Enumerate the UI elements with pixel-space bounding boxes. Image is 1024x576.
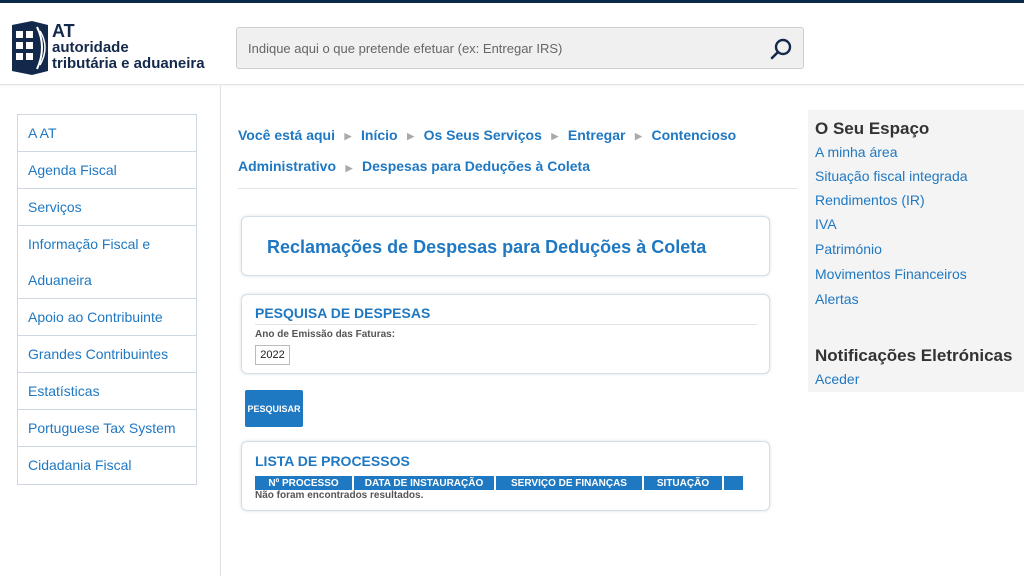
sidebar-item-label-line-2: Aduaneira xyxy=(28,272,92,288)
breadcrumb-divider xyxy=(238,188,798,189)
search-expenses-panel: PESQUISA DE DESPESAS Ano de Emissão das … xyxy=(241,294,770,374)
logo-text: AT autoridade tributária e aduaneira xyxy=(52,21,205,72)
right-sidebar: O Seu Espaço A minha área Situação fisca… xyxy=(808,110,1024,392)
link-situacao-fiscal[interactable]: Situação fiscal integrada xyxy=(815,168,968,184)
chevron-right-icon: ▶ xyxy=(345,162,353,173)
process-table: Nº PROCESSO DATA DE INSTAURAÇÃO SERVIÇO … xyxy=(255,476,743,490)
table-header-row: Nº PROCESSO DATA DE INSTAURAÇÃO SERVIÇO … xyxy=(255,476,743,490)
link-rendimentos[interactable]: Rendimentos (IR) xyxy=(815,192,925,208)
sidebar-item-label: Portuguese Tax System xyxy=(28,420,176,436)
seu-espaco-title: O Seu Espaço xyxy=(815,119,930,138)
sidebar-item-servicos[interactable]: Serviços xyxy=(18,189,196,226)
chevron-right-icon: ▶ xyxy=(634,131,642,142)
site-header: AT autoridade tributária e aduaneira xyxy=(0,3,1024,85)
sidebar-item-label-line-1: Informação Fiscal e xyxy=(28,236,151,252)
breadcrumb-intro: Você está aqui xyxy=(238,127,336,143)
sidebar-item-grandes-contribuintes[interactable]: Grandes Contribuintes xyxy=(18,336,196,373)
link-alertas[interactable]: Alertas xyxy=(815,291,859,307)
sidebar-item-label: Grandes Contribuintes xyxy=(28,346,169,362)
sidebar-item-label: Serviços xyxy=(28,199,82,215)
sidebar-item-a-at[interactable]: A AT xyxy=(18,115,196,152)
breadcrumb-entregar[interactable]: Entregar xyxy=(568,127,626,143)
link-minha-area[interactable]: A minha área xyxy=(815,144,898,160)
empty-results-message: Não foram encontrados resultados. xyxy=(255,490,424,501)
sidebar-item-estatisticas[interactable]: Estatísticas xyxy=(18,373,196,410)
chevron-right-icon: ▶ xyxy=(551,131,559,142)
page-title-panel: Reclamações de Despesas para Deduções à … xyxy=(241,216,770,276)
logo-line-2: autoridade xyxy=(52,39,129,56)
search-bar xyxy=(236,27,804,69)
breadcrumb-os-seus-servicos[interactable]: Os Seus Serviços xyxy=(424,127,542,143)
sidebar-nav: A AT Agenda Fiscal Serviços Informação F… xyxy=(17,114,197,485)
search-button[interactable]: PESQUISAR xyxy=(245,390,303,427)
column-header-data-instauracao[interactable]: DATA DE INSTAURAÇÃO xyxy=(353,476,496,490)
notificacoes-title: Notificações Eletrónicas xyxy=(815,346,1013,365)
section-divider xyxy=(255,324,757,325)
process-list-panel: LISTA DE PROCESSOS Nº PROCESSO DATA DE I… xyxy=(241,441,770,511)
at-logo[interactable]: AT autoridade tributária e aduaneira xyxy=(10,17,230,77)
link-aceder[interactable]: Aceder xyxy=(815,371,859,387)
at-emblem-icon xyxy=(12,21,48,75)
year-select[interactable]: 2022 xyxy=(255,345,290,365)
sidebar-divider xyxy=(220,86,221,576)
sidebar-item-informacao-fiscal[interactable]: Informação Fiscal e Aduaneira xyxy=(18,226,196,299)
breadcrumb-despesas-deducoes[interactable]: Despesas para Deduções à Coleta xyxy=(362,158,590,174)
sidebar-item-apoio-contribuinte[interactable]: Apoio ao Contribuinte xyxy=(18,299,196,336)
sidebar-item-label: Apoio ao Contribuinte xyxy=(28,309,163,325)
column-header-actions xyxy=(723,476,743,490)
column-header-situacao[interactable]: SITUAÇÃO xyxy=(643,476,724,490)
sidebar-item-cidadania-fiscal[interactable]: Cidadania Fiscal xyxy=(18,447,196,484)
sidebar-item-portuguese-tax-system[interactable]: Portuguese Tax System xyxy=(18,410,196,447)
sidebar-item-label: A AT xyxy=(28,125,57,141)
sidebar-item-label: Estatísticas xyxy=(28,383,100,399)
column-header-servico-financas[interactable]: SERVIÇO DE FINANÇAS xyxy=(495,476,644,490)
sidebar-item-label: Cidadania Fiscal xyxy=(28,457,132,473)
chevron-right-icon: ▶ xyxy=(407,131,415,142)
sidebar-item-label: Agenda Fiscal xyxy=(28,162,117,178)
search-input[interactable] xyxy=(237,28,757,68)
sidebar-item-agenda-fiscal[interactable]: Agenda Fiscal xyxy=(18,152,196,189)
breadcrumb-inicio[interactable]: Início xyxy=(361,127,398,143)
column-header-numero-processo[interactable]: Nº PROCESSO xyxy=(255,476,354,490)
logo-line-1: AT xyxy=(52,21,75,41)
link-iva[interactable]: IVA xyxy=(815,216,837,232)
search-section-title: PESQUISA DE DESPESAS xyxy=(255,305,431,321)
breadcrumb: Você está aqui ▶ Início ▶ Os Seus Serviços ▶ E… xyxy=(238,120,798,183)
logo-line-3: tributária e aduaneira xyxy=(52,55,205,72)
link-movimentos-financeiros[interactable]: Movimentos Financeiros xyxy=(815,266,967,282)
year-field-label: Ano de Emissão das Faturas: xyxy=(255,329,396,340)
link-patrimonio[interactable]: Património xyxy=(815,241,882,257)
page-title: Reclamações de Despesas para Deduções à … xyxy=(267,237,707,257)
search-icon[interactable] xyxy=(769,36,795,62)
list-section-title: LISTA DE PROCESSOS xyxy=(255,453,410,469)
chevron-right-icon: ▶ xyxy=(344,131,352,142)
